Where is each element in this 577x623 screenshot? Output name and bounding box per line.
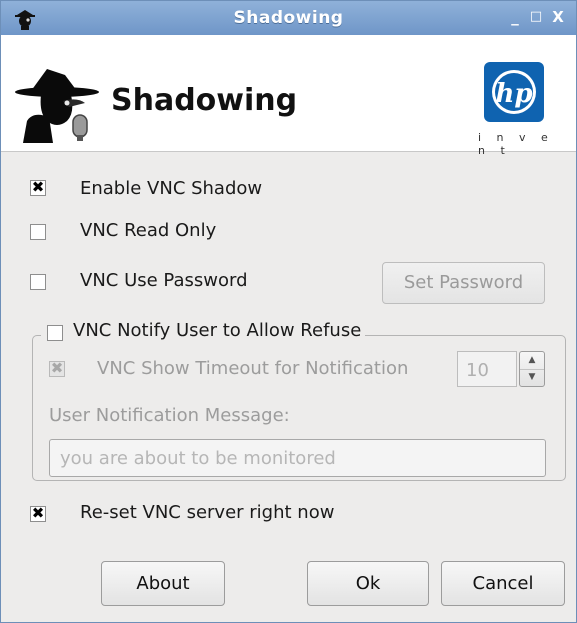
ok-button[interactable]: Ok: [307, 561, 429, 606]
user-notification-message-label: User Notification Message:: [49, 405, 290, 426]
notify-group-legend: VNC Notify User to Allow Refuse: [41, 320, 366, 345]
timeout-stepper[interactable]: ▲ ▼: [519, 351, 545, 387]
cancel-button[interactable]: Cancel: [441, 561, 565, 606]
enable-vnc-shadow-label: Enable VNC Shadow: [80, 178, 263, 199]
vnc-read-only-label: VNC Read Only: [80, 220, 217, 241]
minimize-button[interactable]: _: [507, 9, 523, 25]
user-notification-message-field[interactable]: you are about to be monitored: [49, 439, 546, 477]
header-banner: Shadowing hp i n v e n t: [1, 35, 576, 157]
vnc-read-only-checkbox[interactable]: [30, 224, 46, 240]
window-title: Shadowing: [233, 8, 344, 28]
header-title: Shadowing: [111, 83, 298, 118]
timeout-spinbox[interactable]: 10 ▲ ▼: [457, 351, 545, 387]
set-password-button[interactable]: Set Password: [382, 262, 545, 304]
close-button[interactable]: X: [550, 9, 566, 25]
reset-vnc-server-label: Re-set VNC server right now: [80, 502, 335, 523]
hp-logo-icon: hp: [484, 62, 544, 122]
vnc-notify-user-checkbox[interactable]: [47, 325, 63, 341]
vnc-notify-user-label: VNC Notify User to Allow Refuse: [73, 320, 362, 341]
vnc-show-timeout-label: VNC Show Timeout for Notification: [97, 358, 409, 379]
vnc-show-timeout-checkbox[interactable]: ✖: [49, 359, 65, 377]
vnc-use-password-label: VNC Use Password: [80, 270, 248, 291]
about-button[interactable]: About: [101, 561, 225, 606]
reset-vnc-server-checkbox[interactable]: ✖: [30, 504, 46, 522]
arrow-up-icon[interactable]: ▲: [520, 352, 544, 370]
hp-invent-logo: hp i n v e n t: [473, 61, 573, 157]
shadowing-dialog: Shadowing _ □ X Shadowing hp i n v e n t: [0, 0, 577, 623]
arrow-down-icon[interactable]: ▼: [520, 369, 544, 386]
brand-tagline: i n v e n t: [478, 131, 554, 157]
enable-vnc-shadow-checkbox[interactable]: ✖: [30, 178, 46, 196]
spy-shadow-icon: [15, 69, 99, 143]
timeout-value-field[interactable]: 10: [457, 351, 517, 387]
maximize-button[interactable]: □: [528, 9, 544, 25]
svg-text:hp: hp: [495, 79, 532, 109]
vnc-use-password-checkbox[interactable]: [30, 274, 46, 290]
title-bar[interactable]: Shadowing _ □ X: [1, 1, 576, 35]
